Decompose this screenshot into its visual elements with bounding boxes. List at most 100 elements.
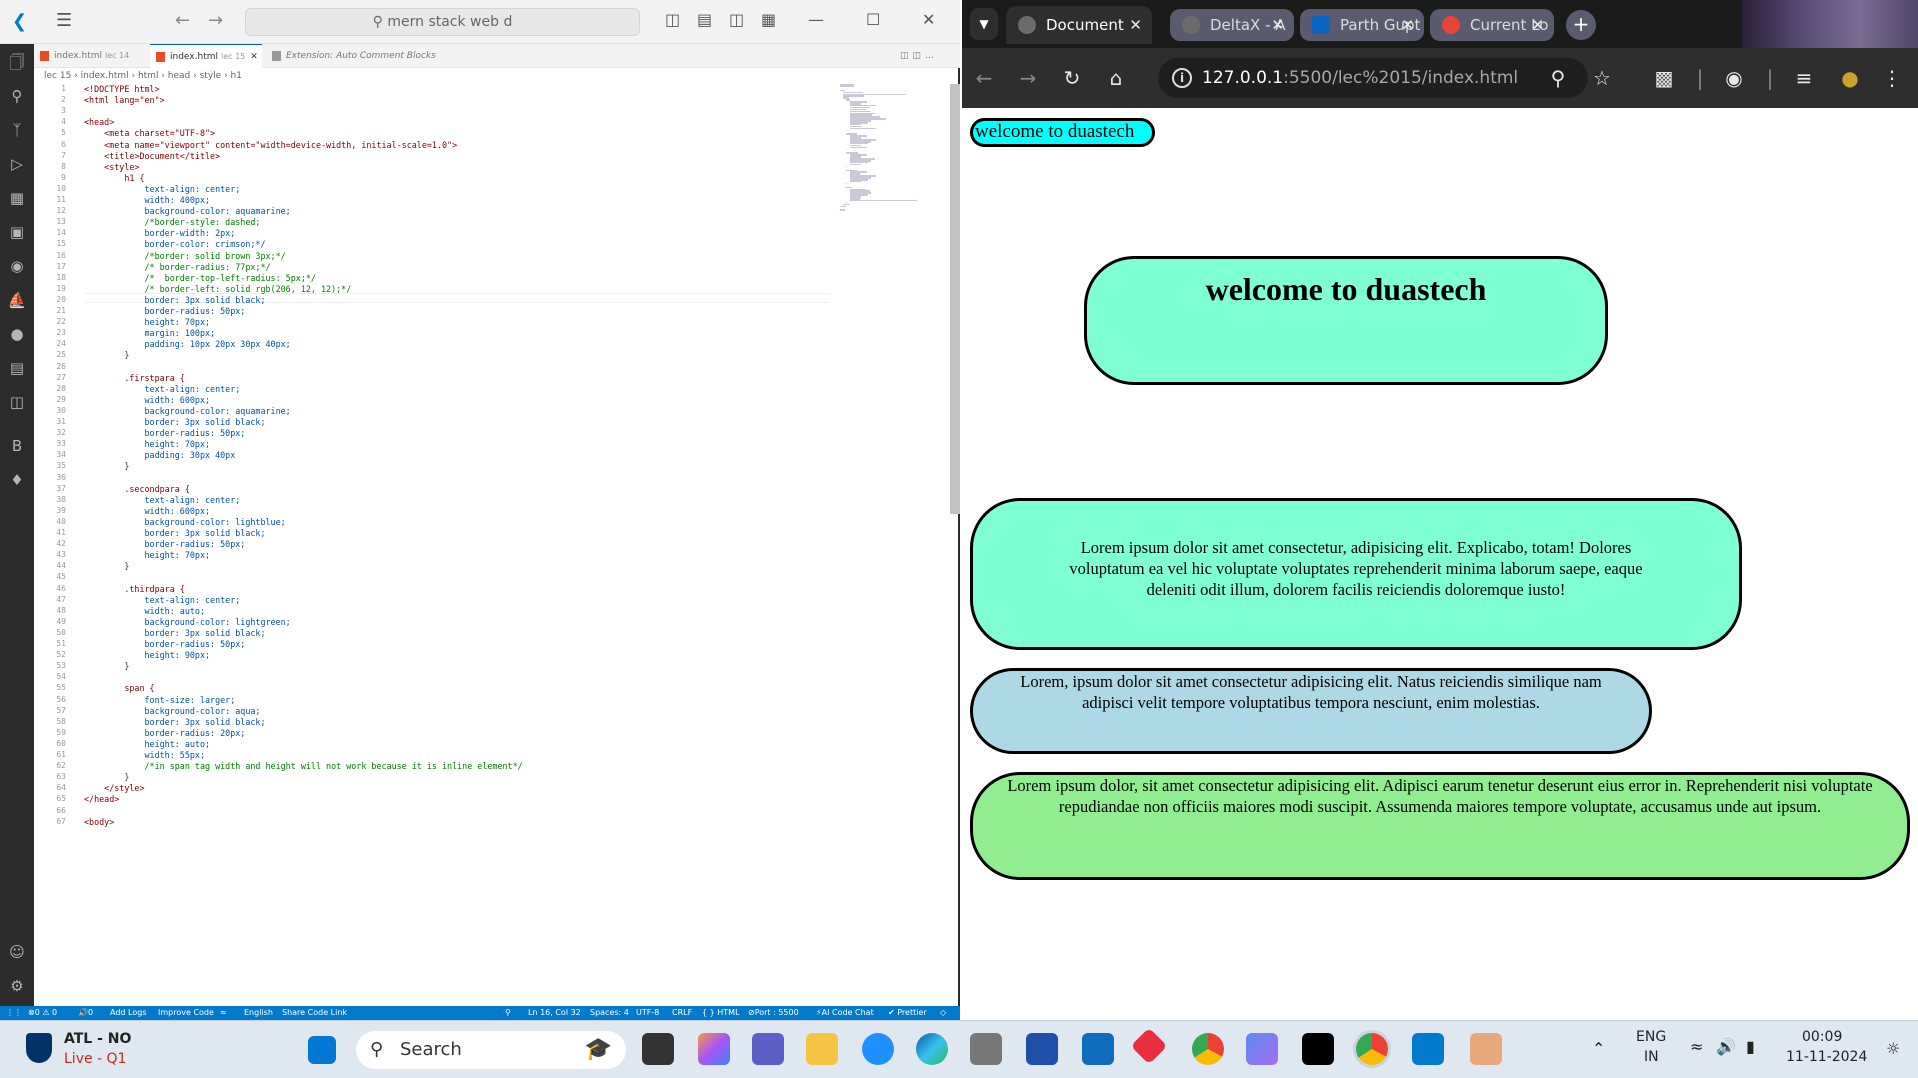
account-icon[interactable]: ☺ [7,942,27,962]
code-line[interactable]: /*border: solid brown 3px;*/ [84,251,286,261]
code-line[interactable]: } [84,461,129,471]
code-editor[interactable]: 1 <!DOCTYPE html> 2 <html lang="en"> 3 4 <head… [34,84,952,1006]
eol-status[interactable]: CRLF [672,1006,692,1020]
breadcrumb-html[interactable]: html [138,71,159,81]
edge-icon[interactable] [916,1033,948,1065]
code-line[interactable]: border: 3px solid black; [84,528,266,538]
code-line[interactable]: <title>Document</title> [84,151,220,161]
tab-document[interactable]: Document ✕ [1006,6,1152,44]
clock-date[interactable]: 11-11-2024 [1786,1049,1867,1065]
code-line[interactable]: <meta charset="UTF-8"> [84,128,215,138]
extensions-puzzle-icon[interactable]: ▩ [1652,66,1676,90]
code-line[interactable]: width: 55px; [84,750,206,760]
code-line[interactable]: background-color: lightgreen; [84,617,291,627]
code-line[interactable]: background-color: aqua; [84,706,261,716]
tab-extension[interactable]: Extension: Auto Comment Blocks [266,44,446,68]
code-line[interactable]: text-align: center; [84,384,241,394]
code-line[interactable]: text-align: center; [84,495,241,505]
indentation-status[interactable]: Spaces: 4 [590,1006,629,1020]
add-logs-button[interactable]: Add Logs [110,1006,147,1020]
usb-drive-icon[interactable] [970,1033,1002,1065]
code-line[interactable]: } [84,772,129,782]
arc-app-icon[interactable] [1302,1033,1334,1065]
task-view-icon[interactable] [642,1033,674,1065]
minimize-button[interactable]: — [808,10,824,29]
code-line[interactable]: <meta name="viewport" content="width=dev… [84,140,457,150]
code-line[interactable]: </style> [84,783,144,793]
code-line[interactable]: width: 600px; [84,395,211,405]
code-line[interactable]: <head> [84,117,114,127]
language-mode[interactable]: { } HTML [702,1006,740,1020]
code-line[interactable]: span { [84,683,154,693]
docker-icon[interactable]: ⛵ [7,290,27,310]
tab-index-lec14[interactable]: index.html lec 14 [34,44,146,68]
snipping-tool-icon[interactable] [1470,1033,1502,1065]
notifications-bell-icon[interactable]: ◇ [940,1006,946,1020]
command-center-search[interactable]: ⚲ mern stack web d [245,8,640,36]
run-debug-icon[interactable]: ▷ [7,154,27,174]
chrome-active-icon[interactable] [1356,1033,1388,1065]
code-line[interactable]: <html lang="en"> [84,95,165,105]
profile-avatar-icon[interactable]: ● [1838,66,1862,90]
toggle-secondary-sidebar-icon[interactable]: ◫ [729,10,744,29]
address-bar[interactable]: i 127.0.0.1:5500/lec%2015/index.html [1158,58,1588,98]
remote-indicator-icon[interactable]: ⋮⋮ [6,1006,22,1020]
extensions-icon[interactable]: ▦ [7,188,27,208]
code-line[interactable]: height: auto; [84,739,211,749]
ports-status[interactable]: 🔊 0 [78,1006,93,1020]
cursor-position[interactable]: Ln 16, Col 32 [528,1006,581,1020]
code-line[interactable]: background-color: aquamarine; [84,206,291,216]
file-explorer-icon[interactable] [806,1033,838,1065]
code-line[interactable]: width: 400px; [84,195,211,205]
code-line[interactable]: height: 70px; [84,550,211,560]
zoom-icon[interactable]: ⚲ [1546,66,1570,90]
toggle-sidebar-icon[interactable]: ◫ [665,10,680,29]
code-line[interactable]: } [84,561,129,571]
code-line[interactable]: height: 70px; [84,317,211,327]
problems-status[interactable]: ⊗ 0 ⚠ 0 [28,1006,57,1020]
code-line[interactable]: } [84,350,129,360]
code-line[interactable]: } [84,661,129,671]
language-tool-status[interactable]: English [244,1006,273,1020]
chrome-icon[interactable] [1192,1033,1224,1065]
ai-chat-status[interactable]: ⚡ AI Code Chat [816,1006,874,1020]
customize-layout-icon[interactable]: ▦ [761,10,776,29]
remote-explorer-icon[interactable]: ▣ [7,222,27,242]
back-arrow-icon[interactable]: ← [175,10,190,31]
hamburger-menu-icon[interactable]: ☰ [56,10,72,31]
battery-icon[interactable]: ▮ [1746,1037,1755,1056]
close-window-button[interactable]: ✕ [922,10,935,29]
code-line[interactable]: border-radius: 50px; [84,306,246,316]
tab-close-icon[interactable]: ✕ [1401,9,1414,41]
code-line[interactable]: .secondpara { [84,484,190,494]
tab-linkedin[interactable]: Parth Gupt ✕ [1300,9,1424,41]
live-server-status[interactable]: ⊘ Port : 5500 [748,1006,799,1020]
code-line[interactable]: h1 { [84,173,144,183]
tab-close-icon[interactable]: ✕ [1531,9,1544,41]
code-line[interactable]: border-radius: 50px; [84,639,246,649]
code-line[interactable]: border: 3px solid black; [84,417,266,427]
anydesk-icon[interactable] [1130,1027,1168,1065]
mongodb-leaf-icon[interactable]: ♦ [7,470,27,490]
microsoft-store-icon[interactable] [1026,1033,1058,1065]
code-line[interactable]: text-align: center; [84,595,241,605]
language-indicator-line1[interactable]: ENG [1636,1029,1666,1045]
show-hidden-icons[interactable]: ⌃ [1592,1039,1605,1058]
encoding-status[interactable]: UTF-8 [636,1006,659,1020]
code-line[interactable]: border: 3px solid black; [84,295,266,305]
nfl-logo-icon[interactable] [26,1033,52,1063]
notification-bell-icon[interactable]: ☼ [1886,1039,1900,1058]
code-line[interactable]: text-align: center; [84,184,241,194]
screenshot-icon[interactable]: ◉ [1722,66,1746,90]
bookmark-star-icon[interactable]: ☆ [1590,66,1614,90]
home-icon[interactable]: ⌂ [1104,66,1128,90]
code-line[interactable]: border: 3px solid black; [84,628,266,638]
code-line[interactable]: width: 600px; [84,506,211,516]
code-line[interactable]: height: 90px; [84,650,211,660]
score-widget-line2[interactable]: Live - Q1 [64,1051,126,1067]
tab-deltax[interactable]: DeltaX - A ✕ [1170,9,1294,41]
code-line[interactable]: font-size: larger; [84,695,236,705]
breadcrumb-style[interactable]: style [200,71,222,81]
help-icon[interactable] [862,1033,894,1065]
code-line[interactable]: border-radius: 50px; [84,428,246,438]
